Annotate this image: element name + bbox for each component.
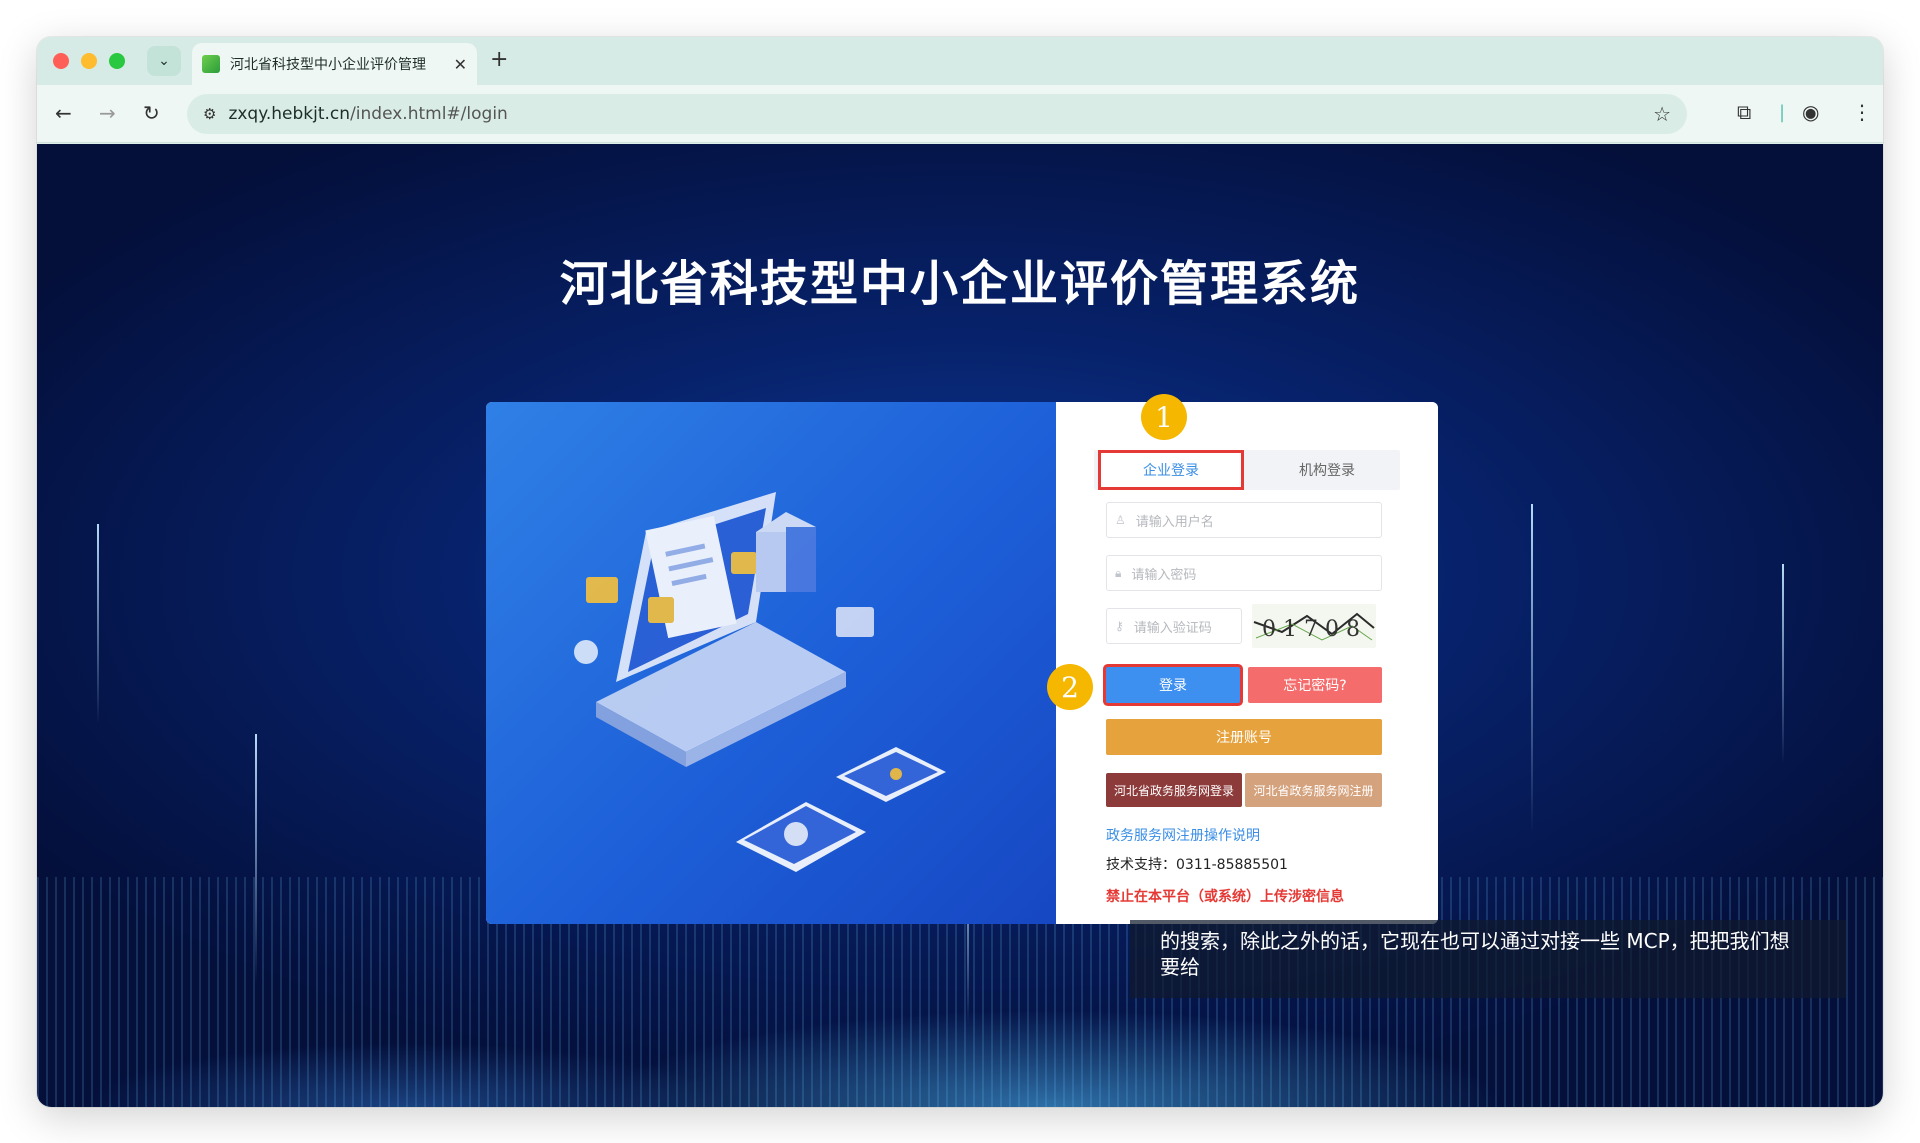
browser-toolbar: ← → ↻ ⚙ zxqy.hebkjt.cn/index.html#/login… <box>37 85 1883 143</box>
illustration-panel <box>486 402 1056 924</box>
login-button[interactable]: 登录 <box>1106 667 1240 703</box>
profile-avatar-icon[interactable]: ◉ <box>1802 100 1819 124</box>
url-path: /index.html#/login <box>350 104 508 124</box>
chevron-down-icon: ⌄ <box>158 53 170 69</box>
subtitle-line-2: 要给 <box>1160 955 1200 979</box>
registration-guide-link[interactable]: 政务服务网注册操作说明 <box>1106 825 1260 845</box>
captcha-graphic: 0 1 7 0 8 <box>1253 612 1375 642</box>
extensions-puzzle-icon[interactable]: ⧉ <box>1737 100 1751 124</box>
captcha-image[interactable]: 0 1 7 0 8 <box>1252 604 1376 648</box>
back-arrow-icon[interactable]: ← <box>55 101 72 125</box>
tech-support-text: 技术支持：0311-85885501 <box>1106 857 1288 873</box>
url-host: zxqy.hebkjt.cn <box>228 104 351 124</box>
url-text[interactable]: zxqy.hebkjt.cn/index.html#/login <box>228 104 507 124</box>
maximize-window-button[interactable] <box>109 53 125 69</box>
login-form-panel: 企业登录 机构登录 ♙ 请输入用户名 🔒︎ 请输入密码 ⚷ 请输入验证码 0 1… <box>1056 402 1438 924</box>
site-info-icon[interactable]: ⚙ <box>203 105 216 123</box>
new-tab-button[interactable]: + <box>490 47 508 72</box>
laptop-illustration <box>574 492 946 872</box>
gov-service-login-button[interactable]: 河北省政务服务网登录 <box>1106 773 1242 807</box>
forget-password-button[interactable]: 忘记密码? <box>1248 667 1382 703</box>
close-window-button[interactable] <box>53 53 69 69</box>
login-type-tabs: 企业登录 机构登录 <box>1094 450 1400 490</box>
tab-institution-login[interactable]: 机构登录 <box>1254 450 1400 490</box>
classified-warning-text: 禁止在本平台（或系统）上传涉密信息 <box>1106 889 1344 905</box>
tab-strip: ⌄ 河北省科技型中小企业评价管理 ✕ + <box>37 37 1883 85</box>
light-beam <box>97 524 99 724</box>
username-placeholder: 请输入用户名 <box>1135 514 1214 530</box>
bookmark-star-icon[interactable]: ☆ <box>1653 102 1671 126</box>
more-menu-icon[interactable]: ⋮ <box>1852 100 1872 124</box>
register-button[interactable]: 注册账号 <box>1106 719 1382 755</box>
light-beam <box>1782 564 1784 764</box>
username-field[interactable]: ♙ 请输入用户名 <box>1106 502 1382 538</box>
address-bar[interactable]: ⚙ zxqy.hebkjt.cn/index.html#/login ☆ <box>187 94 1687 134</box>
password-field[interactable]: 🔒︎ 请输入密码 <box>1106 555 1382 591</box>
tab-title: 河北省科技型中小企业评价管理 <box>230 57 426 73</box>
lock-icon: 🔒︎ <box>1115 565 1122 580</box>
reload-icon[interactable]: ↻ <box>143 101 160 125</box>
light-beam <box>1531 504 1533 834</box>
tab-enterprise-login[interactable]: 企业登录 <box>1098 450 1244 490</box>
user-icon: ♙ <box>1115 513 1126 527</box>
close-tab-icon[interactable]: ✕ <box>454 55 467 74</box>
browser-tab[interactable]: 河北省科技型中小企业评价管理 ✕ <box>192 43 477 85</box>
password-placeholder: 请输入密码 <box>1131 567 1197 583</box>
gov-service-register-button[interactable]: 河北省政务服务网注册 <box>1245 773 1382 807</box>
key-icon: ⚷ <box>1115 619 1124 633</box>
page-title: 河北省科技型中小企业评价管理系统 <box>559 256 1360 312</box>
favicon-icon <box>202 55 220 73</box>
login-card: 企业登录 机构登录 ♙ 请输入用户名 🔒︎ 请输入密码 ⚷ 请输入验证码 0 1… <box>486 402 1438 924</box>
captcha-text: 0 1 7 0 8 <box>1262 617 1360 642</box>
minimize-window-button[interactable] <box>81 53 97 69</box>
step-badge-1: 1 <box>1141 394 1187 440</box>
captcha-placeholder: 请输入验证码 <box>1133 620 1212 636</box>
forward-arrow-icon[interactable]: → <box>99 101 116 125</box>
step-badge-2: 2 <box>1047 664 1093 710</box>
toolbar-divider: | <box>1779 102 1786 123</box>
tab-search-button[interactable]: ⌄ <box>147 46 181 76</box>
subtitle-line-1: 的搜索，除此之外的话，它现在也可以通过对接一些 MCP，把把我们想 <box>1160 929 1790 953</box>
captcha-field[interactable]: ⚷ 请输入验证码 <box>1106 608 1242 644</box>
video-subtitle: 的搜索，除此之外的话，它现在也可以通过对接一些 MCP，把把我们想 要给 <box>1130 920 1846 998</box>
